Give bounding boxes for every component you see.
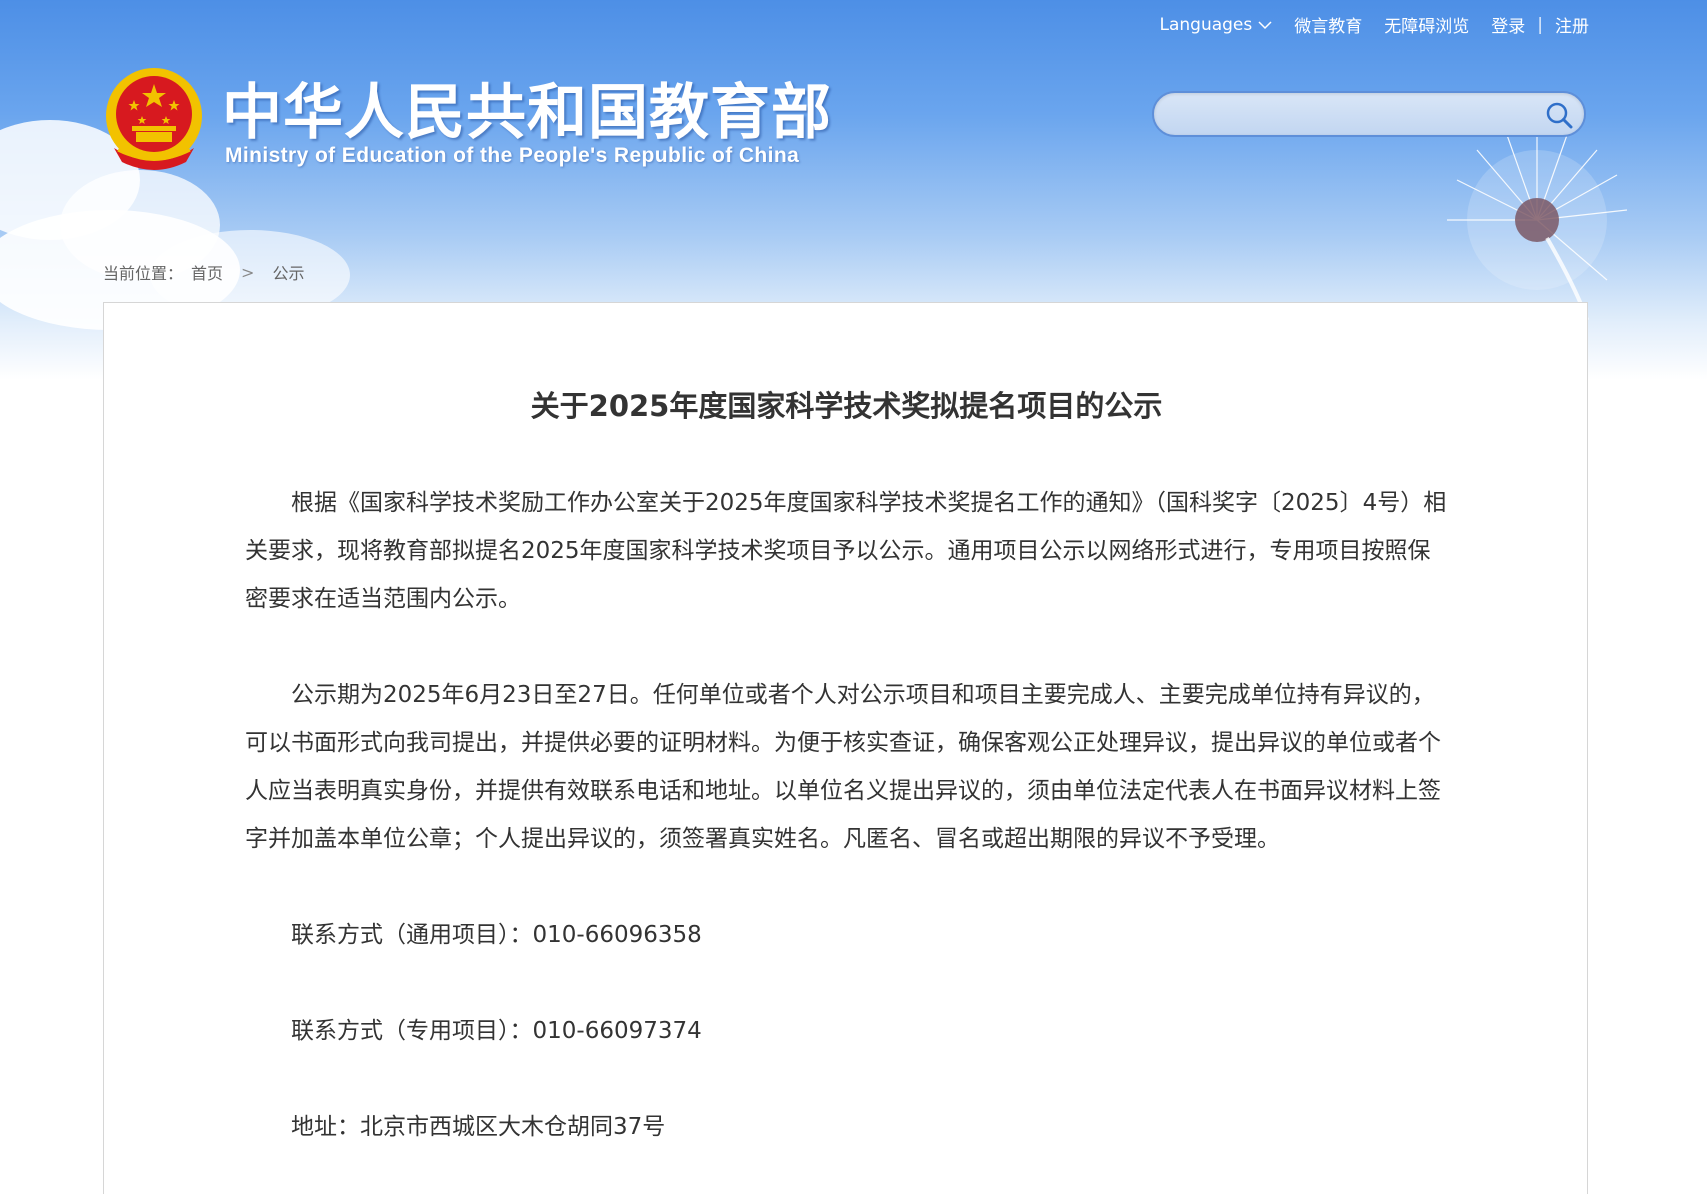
wechat-education-link[interactable]: 微言教育 xyxy=(1294,12,1362,37)
languages-label: Languages xyxy=(1159,14,1253,35)
search-icon[interactable] xyxy=(1544,100,1574,130)
address: 地址：北京市西城区大木仓胡同37号 xyxy=(291,1114,666,1140)
top-navigation: Languages 微言教育 无障碍浏览 登录 | 注册 xyxy=(1160,12,1590,38)
breadcrumb: 当前位置： 首页 > 公示 xyxy=(103,260,304,284)
article-title: 关于2025年度国家科学技术奖拟提名项目的公示 xyxy=(530,389,1163,423)
dandelion-decoration xyxy=(1447,130,1628,320)
login-link[interactable]: 登录 xyxy=(1491,12,1525,37)
breadcrumb-separator: > xyxy=(241,262,255,282)
national-emblem-logo[interactable] xyxy=(104,66,204,174)
contact-general: 联系方式（通用项目）：010-66096358 xyxy=(291,922,702,948)
contact-special: 联系方式（专用项目）：010-66097374 xyxy=(291,1018,702,1044)
article-body: 根据《国家科学技术奖励工作办公室关于2025年度国家科学技术奖提名工作的通知》（… xyxy=(245,479,1450,1194)
nav-separator: | xyxy=(1537,14,1543,35)
article-paragraph: 公示期为2025年6月23日至27日。任何单位或者个人对公示项目和项目主要完成人… xyxy=(245,682,1441,852)
site-title-chinese[interactable]: 中华人民共和国教育部 xyxy=(222,64,832,151)
languages-dropdown[interactable]: Languages xyxy=(1160,15,1273,35)
site-title-english[interactable]: Ministry of Education of the People's Re… xyxy=(225,144,799,168)
article-container: 关于2025年度国家科学技术奖拟提名项目的公示 根据《国家科学技术奖励工作办公室… xyxy=(103,302,1588,1194)
breadcrumb-prefix: 当前位置： xyxy=(103,264,184,283)
register-link[interactable]: 注册 xyxy=(1555,12,1589,37)
accessibility-link[interactable]: 无障碍浏览 xyxy=(1384,12,1469,37)
chevron-down-icon xyxy=(1258,20,1272,29)
search-box xyxy=(1152,91,1586,137)
article-paragraph: 根据《国家科学技术奖励工作办公室关于2025年度国家科学技术奖提名工作的通知》（… xyxy=(245,490,1447,612)
search-input[interactable] xyxy=(1168,97,1508,131)
breadcrumb-current[interactable]: 公示 xyxy=(272,260,304,284)
breadcrumb-home-link[interactable]: 首页 xyxy=(191,260,223,284)
